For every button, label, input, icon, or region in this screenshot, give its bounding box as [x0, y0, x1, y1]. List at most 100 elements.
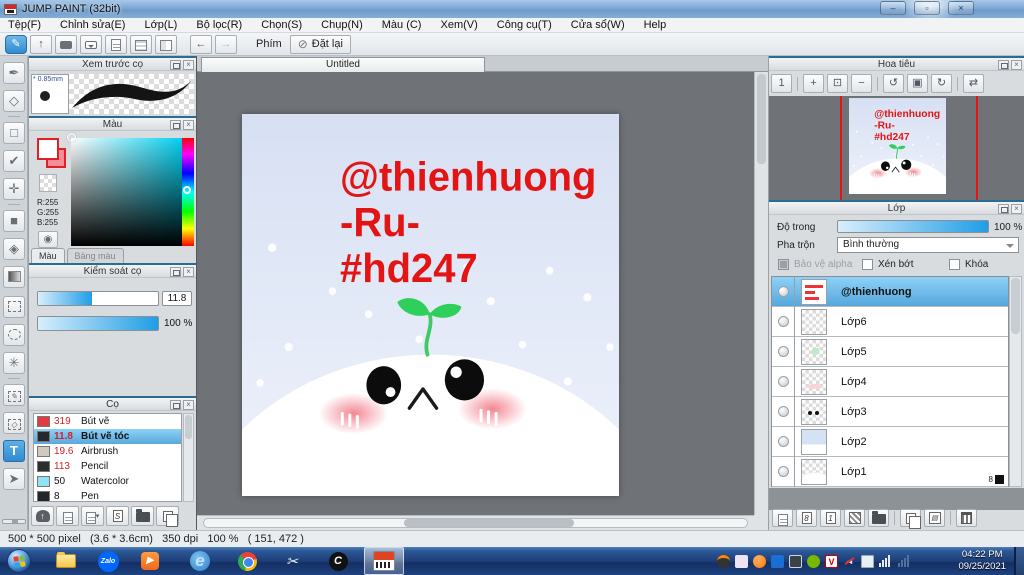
foreground-background-swatches[interactable] [37, 138, 67, 168]
menu-view[interactable]: Xem(V) [440, 19, 477, 31]
brush-size-box[interactable]: * 0.85mm [31, 74, 69, 114]
palette-dialog-button[interactable]: ◉ [38, 231, 58, 248]
select-eraser-tool[interactable]: ◇ [3, 412, 25, 434]
duplicate-brush-button[interactable] [156, 506, 179, 527]
panel-close-icon[interactable]: × [183, 60, 194, 70]
save-brush-button[interactable]: ▾ [81, 506, 104, 526]
layer-list-scrollbar[interactable] [1009, 276, 1022, 487]
brush-size-slider[interactable] [37, 291, 159, 306]
rotate-left-button[interactable]: ↺ [883, 74, 904, 93]
restore-button[interactable]: ▫ [914, 1, 940, 15]
menu-file[interactable]: Tệp(F) [8, 19, 41, 31]
layer-opacity-slider[interactable] [837, 220, 989, 233]
redo-button[interactable]: → [215, 34, 237, 54]
select-rect-tool[interactable] [3, 296, 25, 318]
menu-help[interactable]: Help [644, 19, 667, 31]
brush-row-pen[interactable]: 8 Pen [34, 489, 181, 501]
panel-close-icon[interactable]: × [183, 120, 194, 130]
new-8bit-layer-button[interactable]: 8 [796, 509, 817, 527]
canvas-horizontal-scrollbar-track[interactable] [203, 518, 748, 528]
new-brush-button[interactable] [56, 506, 79, 526]
layer-visibility-icon[interactable] [778, 316, 789, 327]
text-tool[interactable]: T [3, 440, 25, 462]
menu-select[interactable]: Chọn(S) [261, 19, 302, 31]
taskbar-chrome[interactable] [227, 547, 267, 575]
brush-row-airbrush[interactable]: 19.6 Airbrush [34, 444, 181, 459]
tray-avast-icon[interactable] [753, 554, 766, 568]
minimize-button[interactable]: – [880, 1, 906, 15]
taskbar-explorer[interactable] [46, 547, 86, 575]
gradient-tool[interactable] [3, 266, 25, 288]
transparent-color-swatch[interactable] [39, 174, 57, 192]
taskbar-jump-paint-active[interactable] [364, 547, 404, 575]
panel-popout-icon[interactable] [170, 267, 181, 277]
brush-list-scrollbar-thumb[interactable] [185, 415, 192, 439]
brush-tool[interactable]: ✒ [3, 62, 25, 84]
saturation-value-picker[interactable] [67, 133, 183, 246]
object-pick-tool[interactable]: ➤ [3, 468, 25, 490]
brush-row-watercolor[interactable]: 50 Watercolor [34, 474, 181, 489]
merge-layer-button[interactable]: ▤ [924, 509, 945, 527]
layer-row-thienhuong[interactable]: @thienhuong [772, 276, 1008, 307]
canvas-vertical-scrollbar[interactable] [754, 72, 768, 515]
script-brush-button[interactable]: S [106, 506, 129, 526]
magic-wand-tool[interactable]: ✳ [3, 352, 25, 374]
duplicate-layer-button[interactable] [900, 509, 921, 529]
layer-row-lop5[interactable]: Lớp5 [772, 336, 1008, 367]
brush-list-scrollbar[interactable] [183, 413, 194, 502]
panel-popout-icon[interactable] [998, 204, 1009, 214]
menu-filter[interactable]: Bộ lọc(R) [196, 19, 242, 31]
menu-tools[interactable]: Công cụ(T) [497, 19, 552, 31]
share-button[interactable]: ↑ [30, 34, 52, 54]
layer-visibility-icon[interactable] [778, 376, 789, 387]
delete-layer-button[interactable] [956, 509, 977, 527]
panel-popout-icon[interactable] [170, 60, 181, 70]
menu-color[interactable]: Màu (C) [382, 19, 422, 31]
document-button[interactable] [105, 34, 127, 54]
tray-network-icon[interactable] [879, 555, 893, 567]
edit-grid-button[interactable] [155, 34, 177, 54]
panel-close-icon[interactable]: × [1011, 204, 1022, 214]
layer-row-lop3[interactable]: Lớp3 [772, 396, 1008, 427]
comment-filled-button[interactable] [55, 34, 77, 54]
menu-capture[interactable]: Chụp(N) [321, 19, 363, 31]
comment-outline-button[interactable] [80, 34, 102, 54]
tray-v-icon[interactable]: V [825, 554, 838, 568]
brush-row-but-ve-toc-selected[interactable]: 11.8 Bút vẽ tóc [34, 429, 181, 444]
menu-window[interactable]: Cửa sổ(W) [571, 19, 625, 31]
taskbar-capcut[interactable]: C [318, 547, 358, 575]
navigator-view[interactable] [769, 96, 1024, 200]
tray-network2-icon[interactable] [898, 555, 912, 567]
foreground-color-swatch[interactable] [37, 138, 59, 160]
tray-bluetooth-icon[interactable] [771, 554, 784, 568]
tray-app-icon[interactable] [717, 554, 730, 568]
sv-picker-ring[interactable] [67, 133, 76, 142]
layer-visibility-icon[interactable] [778, 406, 789, 417]
tray-nvidia-icon[interactable] [807, 554, 820, 568]
panel-close-icon[interactable]: × [183, 400, 194, 410]
layer-row-lop6[interactable]: Lớp6 [772, 306, 1008, 337]
taskbar-zalo[interactable]: Zalo [88, 547, 128, 575]
new-1bit-layer-button[interactable]: 1 [820, 509, 841, 527]
zoom-actual-button[interactable]: 1 [771, 74, 792, 93]
settings-list-button[interactable] [130, 34, 152, 54]
taskbar-snipping-tool[interactable]: ✂ [272, 547, 312, 575]
brush-row-but-ve[interactable]: 319 Bút vẽ [34, 414, 181, 429]
curve-tool[interactable]: ✔ [3, 150, 25, 172]
paint-mode-button[interactable]: ✎ [5, 34, 27, 54]
move-tool[interactable]: ✛ [3, 178, 25, 200]
brush-download-button[interactable]: ↑ [31, 506, 54, 526]
zoom-out-button[interactable]: − [851, 74, 872, 93]
tool-strip-slider-thumb[interactable] [12, 520, 18, 523]
tool-strip-slider[interactable] [2, 519, 26, 524]
panel-popout-icon[interactable] [170, 120, 181, 130]
panel-popout-icon[interactable] [170, 400, 181, 410]
tray-battery-icon[interactable] [861, 554, 874, 568]
blend-mode-select[interactable]: Bình thường [837, 237, 1019, 253]
reset-button[interactable]: ⊘ Đặt lại [289, 34, 351, 54]
hue-slider[interactable] [182, 138, 194, 246]
flip-button[interactable]: ⇄ [963, 74, 984, 93]
tray-volume-muted-icon[interactable]: ◄ [843, 555, 856, 568]
undo-button[interactable]: ← [190, 34, 212, 54]
canvas-horizontal-scrollbar-thumb[interactable] [404, 519, 574, 527]
